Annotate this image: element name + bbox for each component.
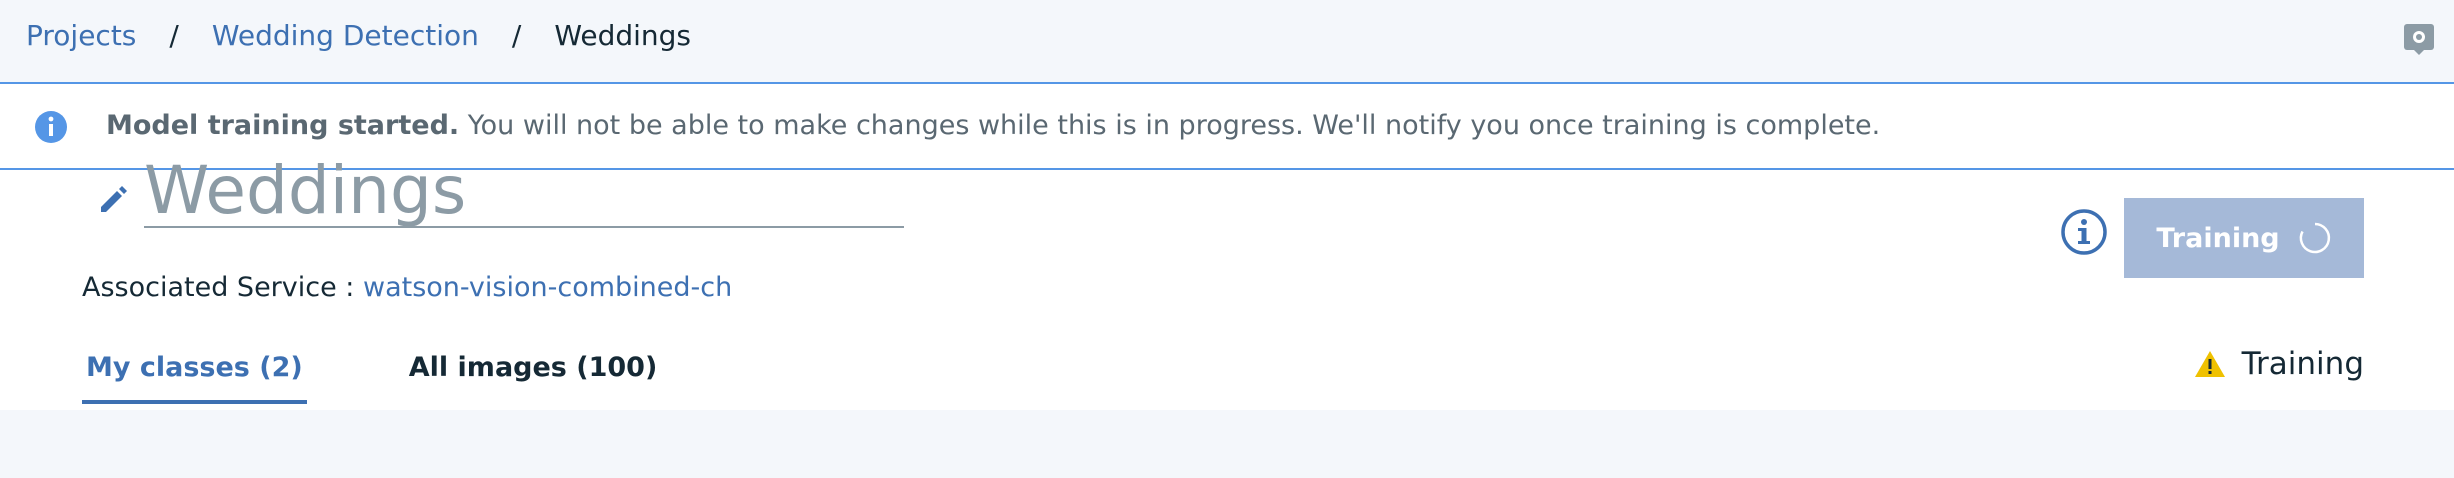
info-icon [35,111,67,143]
breadcrumb: Projects / Wedding Detection / Weddings [26,19,691,52]
model-detail: Associated Service : watson-vision-combi… [0,156,2454,410]
associated-service-link[interactable]: watson-vision-combined-ch [363,272,732,303]
training-status-label: Training [2241,346,2364,382]
pencil-icon[interactable] [96,182,130,216]
info-circle-icon[interactable] [2060,208,2108,256]
gear-box-icon[interactable] [2402,22,2436,56]
associated-service-label: Associated Service : [82,272,355,303]
notification-title: Model training started. [106,110,460,141]
breadcrumb-separator: / [511,19,522,52]
content-area [0,410,2454,478]
warning-icon [2194,351,2225,377]
model-name-field[interactable] [144,156,904,228]
associated-service: Associated Service : watson-vision-combi… [82,272,732,303]
breadcrumb-link-projects[interactable]: Projects [26,19,136,52]
breadcrumb-separator: / [169,19,179,52]
notification-text: Model training started. You will not be … [106,110,1880,141]
tab-bar: My classes (2) All images (100) [82,340,662,404]
breadcrumb-link-project[interactable]: Wedding Detection [212,19,479,52]
train-button-label: Training [2156,222,2280,254]
top-header: Projects / Wedding Detection / Weddings [0,0,2454,84]
training-status: Training [2194,346,2364,382]
tab-all-images[interactable]: All images (100) [405,340,662,400]
loading-spinner-icon [2299,222,2330,254]
train-model-button[interactable]: Training [2124,198,2364,278]
breadcrumb-current: Weddings [554,19,692,52]
notification-message: You will not be able to make changes whi… [467,110,1881,141]
tab-my-classes[interactable]: My classes (2) [82,340,307,404]
